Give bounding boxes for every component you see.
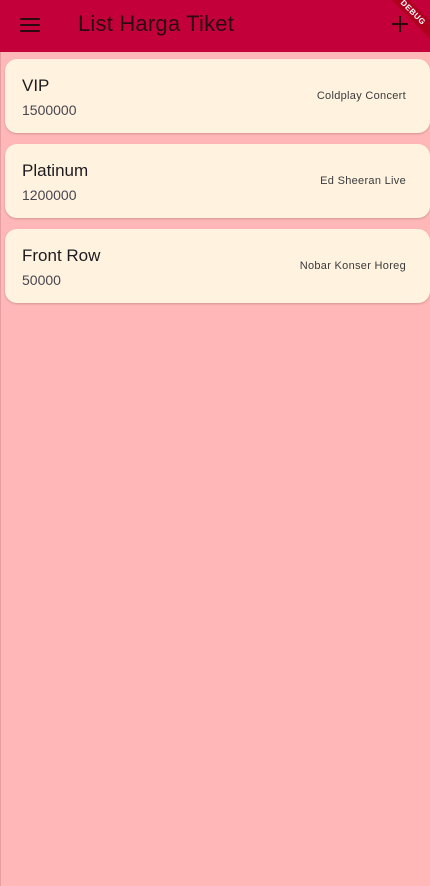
ticket-price: 50000 bbox=[22, 272, 61, 288]
app-screen: List Harga Tiket DEBUG VIP 1500000 Coldp… bbox=[0, 0, 430, 886]
list-item[interactable]: Front Row 50000 Nobar Konser Horeg bbox=[5, 229, 430, 303]
ticket-event: Coldplay Concert bbox=[316, 90, 406, 102]
app-bar: List Harga Tiket bbox=[0, 0, 430, 52]
ticket-name: Front Row bbox=[22, 246, 101, 265]
list-item[interactable]: VIP 1500000 Coldplay Concert bbox=[5, 59, 430, 133]
ticket-list: VIP 1500000 Coldplay Concert Platinum 12… bbox=[5, 59, 430, 314]
ticket-event: Nobar Konser Horeg bbox=[299, 260, 406, 272]
ticket-price: 1500000 bbox=[22, 102, 77, 118]
add-icon[interactable] bbox=[388, 12, 412, 36]
ticket-event: Ed Sheeran Live bbox=[320, 175, 406, 187]
ticket-name: Platinum bbox=[22, 161, 89, 180]
menu-icon-bar bbox=[20, 24, 40, 26]
menu-icon-bar bbox=[20, 30, 40, 32]
page-title: List Harga Tiket bbox=[78, 11, 235, 36]
menu-icon[interactable] bbox=[20, 14, 42, 36]
menu-icon-bar bbox=[20, 18, 40, 20]
ticket-name: VIP bbox=[22, 76, 50, 95]
ticket-price: 1200000 bbox=[22, 187, 77, 203]
list-item[interactable]: Platinum 1200000 Ed Sheeran Live bbox=[5, 144, 430, 218]
left-edge-divider bbox=[0, 52, 1, 886]
